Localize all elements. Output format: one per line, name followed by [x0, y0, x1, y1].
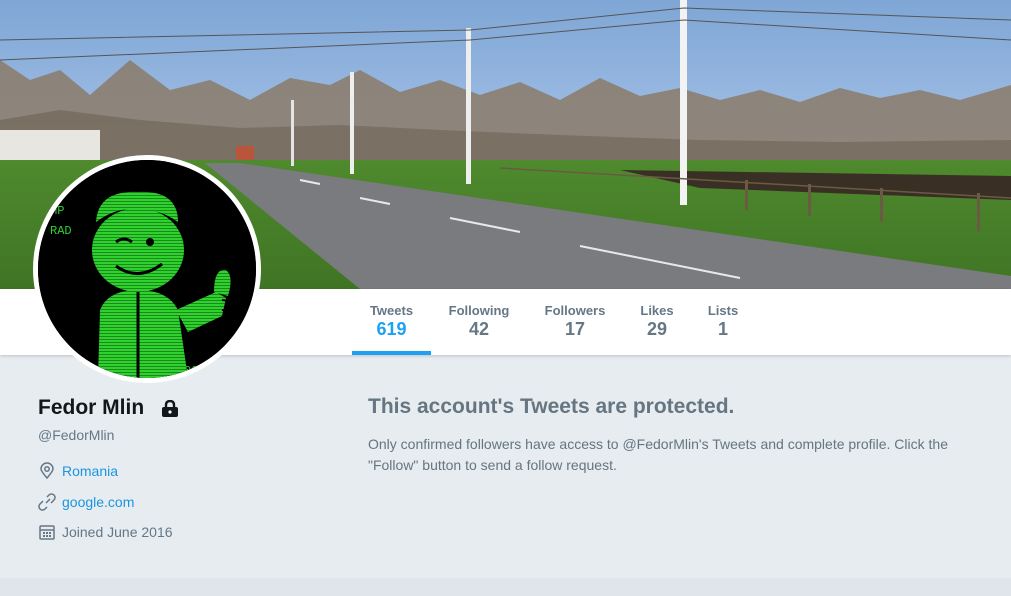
nav-tab-count: 1 [717, 319, 728, 339]
nav-tab-label: Followers [544, 303, 606, 318]
website-link[interactable]: google.com [62, 494, 134, 510]
nav-tab-count: 619 [376, 319, 407, 339]
nav-tab-count: 42 [468, 319, 490, 339]
nav-tab-tweets[interactable]: Tweets 619 [352, 289, 431, 355]
lock-icon [161, 399, 179, 422]
nav-tab-count: 17 [564, 319, 586, 339]
nav-tab-followers[interactable]: Followers 17 [537, 289, 613, 355]
joined-date: Joined June 2016 [62, 524, 173, 540]
nav-tab-label: Lists [707, 303, 739, 318]
profile-handle[interactable]: @FedorMlin [38, 427, 114, 443]
nav-tab-label: Likes [640, 303, 674, 318]
avatar-image: MP RAD 00 [38, 160, 256, 378]
nav-tab-label: Following [448, 303, 510, 318]
location-link[interactable]: Romania [62, 463, 118, 479]
nav-tab-count: 29 [646, 319, 668, 339]
avatar-text-top: MP [50, 204, 64, 218]
nav-tab-following[interactable]: Following 42 [441, 289, 517, 355]
nav-tab-lists[interactable]: Lists 1 [700, 289, 746, 355]
location-pin-icon [38, 462, 56, 483]
profile-avatar[interactable]: MP RAD 00 [33, 155, 261, 383]
protected-title: This account's Tweets are protected. [368, 395, 735, 418]
link-icon [38, 493, 56, 514]
protected-description: Only confirmed followers have access to … [368, 436, 948, 473]
profile-name: Fedor Mlin [38, 396, 145, 419]
avatar-text-mid: RAD [50, 224, 72, 238]
nav-tab-likes[interactable]: Likes 29 [632, 289, 682, 355]
bottom-divider [0, 578, 1011, 596]
calendar-icon [38, 523, 56, 544]
nav-tab-label: Tweets [369, 303, 414, 318]
